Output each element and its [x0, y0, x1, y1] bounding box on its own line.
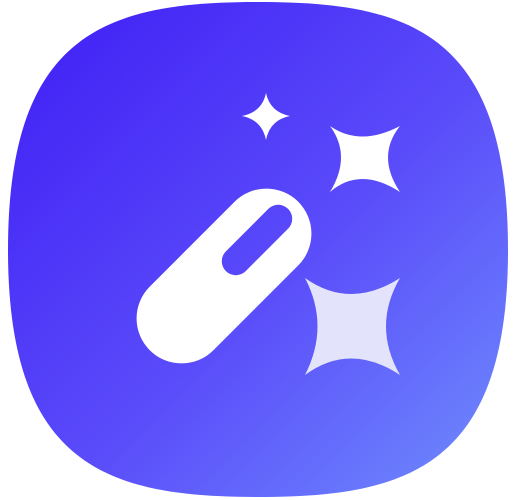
magic-wand-app-icon	[0, 0, 516, 500]
app-icon-canvas	[0, 0, 516, 500]
wand-icon	[0, 0, 516, 500]
app-icon-tile[interactable]	[0, 0, 516, 500]
